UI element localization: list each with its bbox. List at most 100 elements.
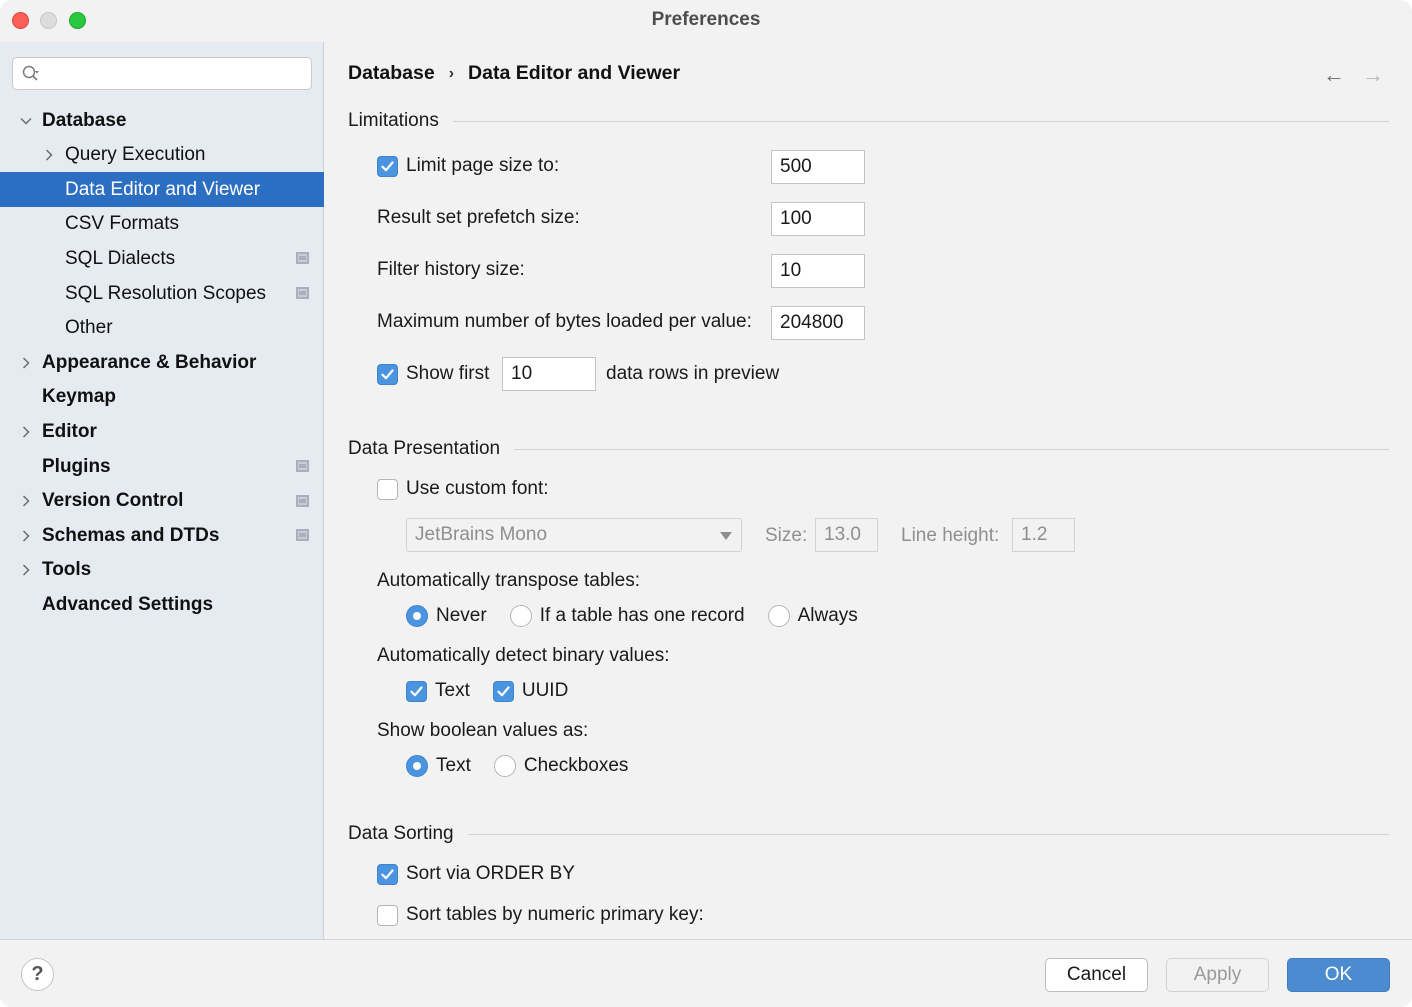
line-height-input[interactable]: 1.2 [1012,518,1075,552]
checkmark-icon [381,368,394,379]
section-divider [452,120,1389,122]
font-select-value: JetBrains Mono [415,524,548,545]
binary-options: Text UUID [406,680,568,702]
transpose-radio-if-a-table-has-one-record[interactable] [509,605,532,627]
boolean-radio-label: Checkboxes [523,755,629,776]
show-first-label: Show first [406,363,490,384]
sidebar-item-database[interactable]: Database [0,103,324,138]
sidebar-item-label: Tools [42,559,92,581]
limit-page-size-input[interactable]: 500 [771,150,865,184]
ok-button[interactable]: OK [1287,958,1390,992]
boolean-radio-checkboxes[interactable] [493,755,516,777]
numeric-pk-checkbox[interactable] [377,904,398,926]
filter-history-input[interactable]: 10 [771,254,865,288]
sidebar-item-schemas-and-dtds[interactable]: Schemas and DTDs [0,518,324,553]
section-title: Data Sorting [348,823,454,844]
project-level-icon [296,529,309,542]
sidebar-item-editor[interactable]: Editor [0,414,324,449]
font-size-label: Size: [765,525,808,546]
chevron-right-icon[interactable] [19,529,33,543]
custom-font-row: Use custom font: [377,478,549,500]
binary-text-checkbox[interactable] [406,680,427,702]
sidebar-item-other[interactable]: Other [0,311,324,346]
chevron-right-icon[interactable] [19,356,33,370]
sidebar-item-query-execution[interactable]: Query Execution [0,138,324,173]
sidebar-item-label: Editor [42,420,97,442]
font-select[interactable]: JetBrains Mono [406,518,742,552]
window-title: Preferences [651,9,761,30]
binary-uuid-checkbox[interactable] [492,680,514,702]
font-size-input[interactable]: 13.0 [815,518,878,552]
boolean-radio-text[interactable] [406,755,428,777]
sidebar-item-label: Query Execution [65,144,206,166]
binary-label-row: Automatically detect binary values: [377,645,670,667]
binary-uuid-label: UUID [521,680,569,701]
apply-button[interactable]: Apply [1166,958,1269,992]
order-by-checkbox[interactable] [377,863,398,885]
section-divider [514,448,1389,450]
show-first-input[interactable]: 10 [502,357,596,391]
limit-page-size-row: Limit page size to: [377,155,559,177]
prefetch-size-input[interactable]: 100 [771,202,865,236]
sidebar-item-label: CSV Formats [65,213,180,235]
preferences-window: Preferences Database Query Execution Data … [0,0,1412,1007]
forward-arrow-icon[interactable]: → [1362,62,1384,88]
show-first-suffix: data rows in preview [606,363,780,384]
search-icon [22,65,39,81]
sidebar-item-version-control[interactable]: Version Control [0,484,324,519]
sidebar-item-sql-resolution-scopes[interactable]: SQL Resolution Scopes [0,276,324,311]
back-arrow-icon[interactable]: ← [1323,62,1345,88]
order-by-label: Sort via ORDER BY [406,863,575,884]
section-data-presentation: Data Presentation [348,438,1389,460]
transpose-radio-always[interactable] [767,605,790,627]
numeric-pk-row: Sort tables by numeric primary key: [377,904,704,926]
chevron-right-icon[interactable] [19,425,33,439]
project-level-icon [296,494,309,507]
max-bytes-input[interactable]: 204800 [771,306,865,340]
sidebar-item-label: Appearance & Behavior [42,351,257,373]
transpose-radio-label: Never [436,605,487,626]
chevron-right-icon[interactable] [19,563,33,577]
custom-font-checkbox[interactable] [377,478,398,500]
sidebar-item-label: Advanced Settings [42,593,214,615]
section-limitations: Limitations [348,110,1389,132]
sidebar-item-plugins[interactable]: Plugins [0,449,324,484]
sidebar-item-label: Plugins [42,455,111,477]
help-button[interactable]: ? [21,958,54,991]
sidebar-item-csv-formats[interactable]: CSV Formats [0,207,324,242]
dropdown-arrow-icon [720,532,732,540]
sidebar-item-appearance-behavior[interactable]: Appearance & Behavior [0,345,324,380]
numeric-pk-label: Sort tables by numeric primary key: [406,904,704,925]
transpose-radio-group: Never If a table has one record Always [406,605,858,627]
settings-search-input[interactable] [12,57,312,90]
transpose-radio-never[interactable] [406,605,428,627]
sidebar-item-tools[interactable]: Tools [0,553,324,588]
show-first-row: Show first [377,363,489,385]
custom-font-label: Use custom font: [406,478,549,499]
boolean-label: Show boolean values as: [377,720,589,741]
max-bytes-label: Maximum number of bytes loaded per value… [377,311,752,332]
binary-text-label: Text [435,680,470,701]
cancel-button[interactable]: Cancel [1045,958,1148,992]
limit-page-size-label: Limit page size to: [406,155,560,176]
sidebar-item-sql-dialects[interactable]: SQL Dialects [0,241,324,276]
breadcrumb-parent[interactable]: Database [348,62,435,85]
sidebar-item-keymap[interactable]: Keymap [0,380,324,415]
project-level-icon [296,287,309,299]
filter-history-label: Filter history size: [377,259,525,280]
max-bytes-row: Maximum number of bytes loaded per value… [377,311,752,333]
chevron-right-icon[interactable] [19,494,33,508]
transpose-radio-label: Always [797,605,858,626]
checkmark-icon [410,685,423,696]
show-first-checkbox[interactable] [377,363,398,385]
dialog-footer: ? Cancel Apply OK [0,939,1412,1007]
project-level-icon [296,252,309,265]
chevron-down-icon[interactable] [19,114,33,128]
sidebar-item-advanced-settings[interactable]: Advanced Settings [0,587,324,622]
sidebar-item-label: Version Control [42,490,184,512]
boolean-radio-group: Text Checkboxes [406,755,628,777]
chevron-right-icon[interactable] [42,148,56,162]
sidebar-item-data-editor-and-viewer[interactable]: Data Editor and Viewer [0,172,324,208]
breadcrumb-separator-icon: › [448,64,455,82]
limit-page-size-checkbox[interactable] [377,155,398,177]
